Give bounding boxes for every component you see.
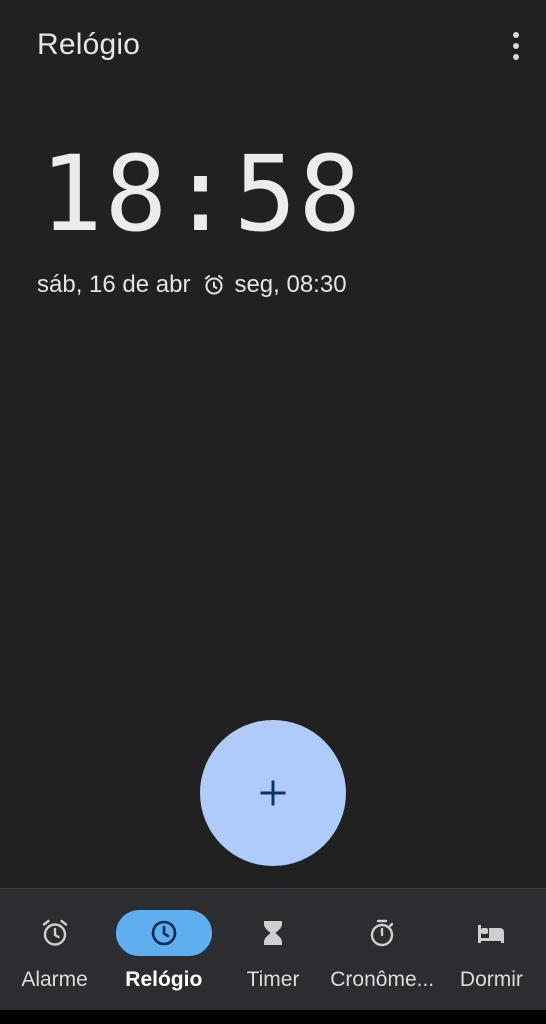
clock-icon xyxy=(151,920,177,946)
app-title: Relógio xyxy=(37,28,141,61)
bed-icon xyxy=(478,925,505,943)
nav-label: Alarme xyxy=(21,968,88,991)
alarm-clock-icon xyxy=(202,273,226,297)
nav-icon-container xyxy=(225,910,321,956)
menu-dot xyxy=(513,54,519,60)
more-options-icon[interactable] xyxy=(502,26,530,66)
nav-label: Timer xyxy=(246,968,300,991)
current-date: sáb, 16 de abr xyxy=(37,271,191,298)
nav-item-cronometro[interactable]: Cronôme... xyxy=(328,889,437,1011)
clock-app-screen: Relógio 18:58 sáb, 16 de abr seg, 08:30 xyxy=(0,0,546,1024)
top-app-bar: Relógio xyxy=(0,0,546,96)
nav-icon-container xyxy=(7,910,103,956)
stopwatch-icon xyxy=(371,919,394,947)
menu-dot xyxy=(513,32,519,38)
hourglass-icon xyxy=(264,921,282,945)
menu-dot xyxy=(513,43,519,49)
nav-icon-container xyxy=(443,910,539,956)
nav-item-alarme[interactable]: Alarme xyxy=(0,889,109,1011)
current-time: 18:58 xyxy=(40,133,364,255)
system-navigation-bar xyxy=(0,1010,546,1024)
next-alarm-time: seg, 08:30 xyxy=(234,271,347,298)
nav-item-dormir[interactable]: Dormir xyxy=(437,889,546,1011)
nav-label: Dormir xyxy=(459,968,523,991)
plus-icon xyxy=(260,780,286,806)
alarm-icon xyxy=(42,919,67,946)
bottom-navigation: Alarme Relógio Timer Cronôme... Dormir xyxy=(0,888,546,1011)
nav-item-relogio[interactable]: Relógio xyxy=(109,889,218,1011)
date-and-next-alarm: sáb, 16 de abr seg, 08:30 xyxy=(37,268,347,302)
nav-icon-container-active xyxy=(115,910,212,956)
nav-icon-container xyxy=(334,910,430,956)
add-city-button[interactable] xyxy=(200,720,346,866)
nav-label: Cronôme... xyxy=(330,968,435,991)
nav-label: Relógio xyxy=(125,968,203,991)
nav-item-timer[interactable]: Timer xyxy=(218,889,327,1011)
